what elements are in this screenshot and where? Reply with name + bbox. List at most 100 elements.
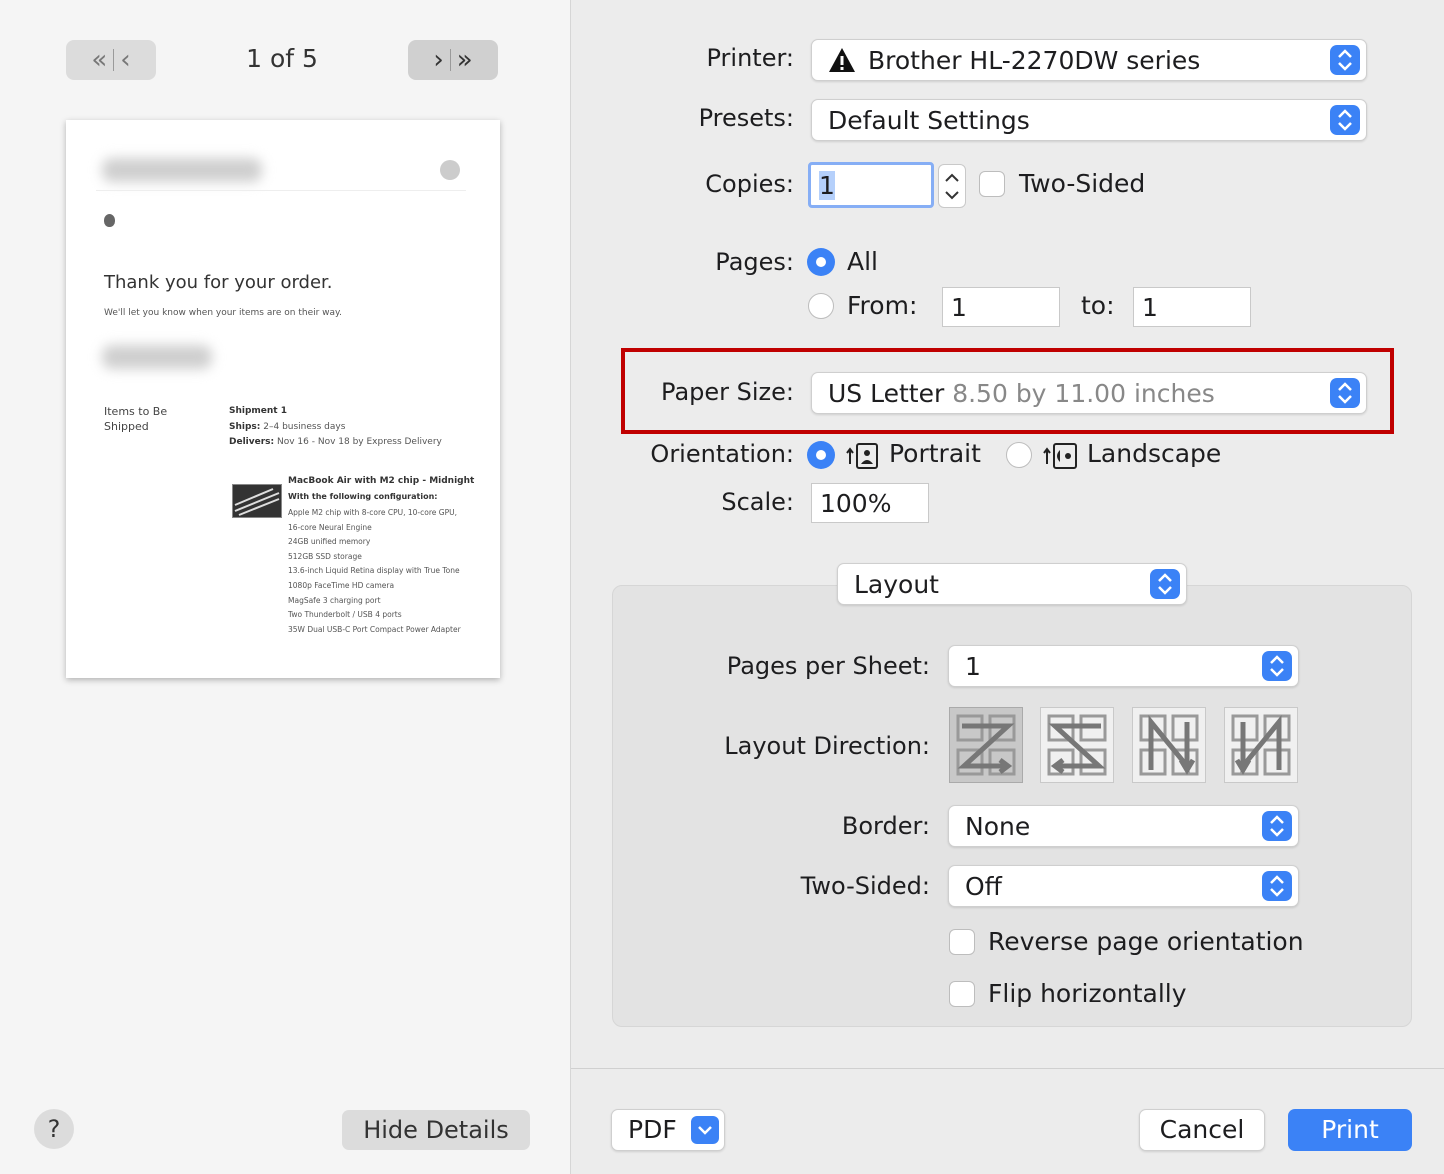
scale-label: Scale: — [721, 488, 794, 516]
pages-per-sheet-value: 1 — [965, 651, 981, 681]
doc-subheading: We'll let you know when your items are o… — [104, 308, 342, 318]
double-chevron-right-icon: » — [456, 45, 473, 75]
border-popup[interactable]: None — [948, 805, 1299, 847]
section-popup-value: Layout — [854, 569, 939, 599]
two-sided-checkbox[interactable] — [979, 171, 1005, 197]
apple-logo-icon — [104, 214, 115, 227]
doc-heading: Thank you for your order. — [104, 272, 333, 293]
copies-label: Copies: — [705, 170, 794, 198]
paper-size-popup[interactable]: US Letter 8.50 by 11.00 inches — [811, 372, 1367, 414]
config-line: 35W Dual USB-C Port Compact Power Adapte… — [288, 624, 461, 634]
popup-arrows-icon — [1262, 811, 1292, 841]
avatar — [440, 160, 460, 180]
reverse-orientation-checkbox[interactable] — [949, 929, 975, 955]
ships-value: 2–4 business days — [263, 422, 346, 432]
section-popup[interactable]: Layout — [837, 563, 1187, 605]
printer-value: Brother HL-2270DW series — [868, 45, 1201, 75]
copies-stepper[interactable] — [938, 164, 966, 208]
pages-label: Pages: — [715, 248, 794, 276]
warning-icon — [828, 47, 856, 73]
printer-popup[interactable]: Brother HL-2270DW series — [811, 39, 1367, 81]
double-chevron-left-icon: « — [91, 45, 108, 75]
page-indicator: 1 of 5 — [246, 44, 318, 73]
delivers-value: Nov 16 - Nov 18 by Express Delivery — [277, 437, 442, 447]
divider — [96, 190, 466, 191]
layout-direction-label: Layout Direction: — [724, 732, 930, 760]
direction-n-icon — [1139, 714, 1199, 776]
blurred-section — [102, 345, 212, 369]
config-line: MagSafe 3 charging port — [288, 595, 381, 605]
config-line: 13.6-inch Liquid Retina display with Tru… — [288, 566, 460, 576]
pages-from-field[interactable]: 1 — [942, 287, 1060, 327]
popup-arrows-icon — [1150, 569, 1180, 599]
pages-to-field[interactable]: 1 — [1133, 287, 1251, 327]
popup-arrows-icon — [1330, 105, 1360, 135]
direction-z-icon — [956, 714, 1016, 776]
presets-popup[interactable]: Default Settings — [811, 99, 1367, 141]
paper-size-label: Paper Size: — [661, 378, 794, 406]
chevron-right-icon: › — [433, 45, 444, 75]
pdf-button[interactable]: PDF — [611, 1109, 725, 1151]
config-line: Two Thunderbolt / USB 4 ports — [288, 610, 402, 620]
pages-from-radio[interactable] — [808, 293, 834, 319]
flip-horizontally-label: Flip horizontally — [988, 979, 1187, 1008]
product-title: MacBook Air with M2 chip - Midnight — [288, 476, 475, 486]
layout-direction-n-button[interactable] — [1132, 707, 1206, 783]
presets-label: Presets: — [698, 104, 794, 132]
layout-direction-z-button[interactable] — [949, 707, 1023, 783]
landscape-icon — [1042, 442, 1082, 474]
popup-arrows-icon — [1262, 651, 1292, 681]
reverse-orientation-label: Reverse page orientation — [988, 927, 1304, 956]
page-preview: Thank you for your order. We'll let you … — [66, 120, 500, 678]
pages-to-label: to: — [1081, 291, 1115, 320]
pdf-label: PDF — [628, 1115, 677, 1144]
print-button[interactable]: Print — [1288, 1109, 1412, 1151]
two-sided-label: Two-Sided — [1019, 169, 1146, 198]
paper-size-name: US Letter — [828, 378, 945, 408]
border-label: Border: — [841, 812, 930, 840]
help-button[interactable]: ? — [34, 1109, 74, 1149]
next-last-page-button[interactable]: ›» — [408, 40, 498, 80]
config-line: 16-core Neural Engine — [288, 522, 372, 532]
direction-reverse-z-icon — [1047, 714, 1107, 776]
chevron-left-icon: ‹ — [120, 45, 131, 75]
portrait-radio[interactable] — [807, 441, 835, 469]
landscape-radio[interactable] — [1006, 442, 1032, 468]
layout-two-sided-value: Off — [965, 871, 1002, 901]
paper-size-dimensions: 8.50 by 11.00 inches — [952, 378, 1215, 408]
layout-two-sided-popup[interactable]: Off — [948, 865, 1299, 907]
laptop-thumbnail — [232, 484, 282, 518]
pages-per-sheet-popup[interactable]: 1 — [948, 645, 1299, 687]
scale-field[interactable]: 100% — [811, 483, 929, 523]
layout-direction-reverse-z-button[interactable] — [1040, 707, 1114, 783]
pages-from-label: From: — [847, 291, 918, 320]
presets-value: Default Settings — [828, 105, 1030, 135]
pages-all-label: All — [847, 247, 878, 276]
config-line: 24GB unified memory — [288, 537, 371, 547]
popup-arrows-icon — [1330, 378, 1360, 408]
direction-reverse-n-icon — [1231, 714, 1291, 776]
ships-label: Ships: — [229, 422, 261, 432]
pages-per-sheet-label: Pages per Sheet: — [726, 652, 930, 680]
footer-divider — [571, 1068, 1444, 1069]
chevron-down-icon — [691, 1116, 719, 1144]
flip-horizontally-checkbox[interactable] — [949, 981, 975, 1007]
config-line: 512GB SSD storage — [288, 551, 362, 561]
copies-field[interactable]: 1 — [808, 162, 934, 208]
blurred-header — [102, 158, 262, 182]
pages-all-radio[interactable] — [807, 248, 835, 276]
items-label: Items to Be Shipped — [104, 405, 168, 433]
orientation-label: Orientation: — [650, 440, 794, 468]
config-line: Apple M2 chip with 8-core CPU, 10-core G… — [288, 508, 457, 517]
layout-two-sided-label: Two-Sided: — [800, 872, 930, 900]
shipment-title: Shipment 1 — [229, 406, 288, 416]
preview-pane: «‹ 1 of 5 ›» Thank you for your order. W… — [0, 0, 571, 1174]
printer-label: Printer: — [706, 44, 794, 72]
layout-direction-reverse-n-button[interactable] — [1224, 707, 1298, 783]
portrait-icon — [845, 442, 881, 474]
popup-arrows-icon — [1330, 45, 1360, 75]
hide-details-button[interactable]: Hide Details — [342, 1110, 530, 1150]
first-prev-page-button[interactable]: «‹ — [66, 40, 156, 80]
cancel-button[interactable]: Cancel — [1139, 1109, 1265, 1151]
portrait-label: Portrait — [889, 439, 981, 468]
